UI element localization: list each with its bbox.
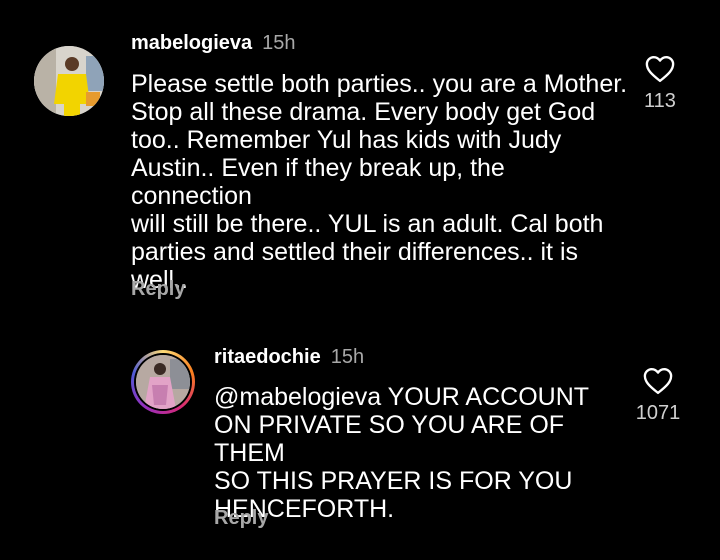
username[interactable]: mabelogieva — [131, 32, 252, 54]
reply-button[interactable]: Reply — [214, 507, 268, 530]
like-button[interactable]: 113 — [630, 55, 690, 113]
comment-meta: ritaedochie 15h — [214, 346, 364, 369]
avatar-photo — [34, 46, 104, 116]
heart-outline-icon — [643, 367, 673, 395]
like-count: 113 — [644, 90, 676, 112]
avatar-photo — [136, 355, 190, 409]
username[interactable]: ritaedochie — [214, 346, 321, 368]
reply-button[interactable]: Reply — [131, 278, 185, 301]
comment-text: Please settle both parties.. you are a M… — [131, 70, 628, 294]
comment-meta: mabelogieva 15h — [131, 32, 296, 55]
avatar[interactable] — [34, 46, 104, 116]
avatar-image — [136, 355, 190, 409]
avatar[interactable] — [131, 350, 195, 414]
like-button[interactable]: 1071 — [628, 367, 688, 425]
timestamp: 15h — [262, 32, 296, 54]
timestamp: 15h — [330, 346, 365, 368]
avatar-ring-gap — [134, 353, 192, 411]
comment-text: @mabelogieva YOUR ACCOUNT ON PRIVATE SO … — [214, 383, 590, 523]
heart-outline-icon — [645, 55, 675, 83]
like-count: 1071 — [635, 402, 681, 424]
